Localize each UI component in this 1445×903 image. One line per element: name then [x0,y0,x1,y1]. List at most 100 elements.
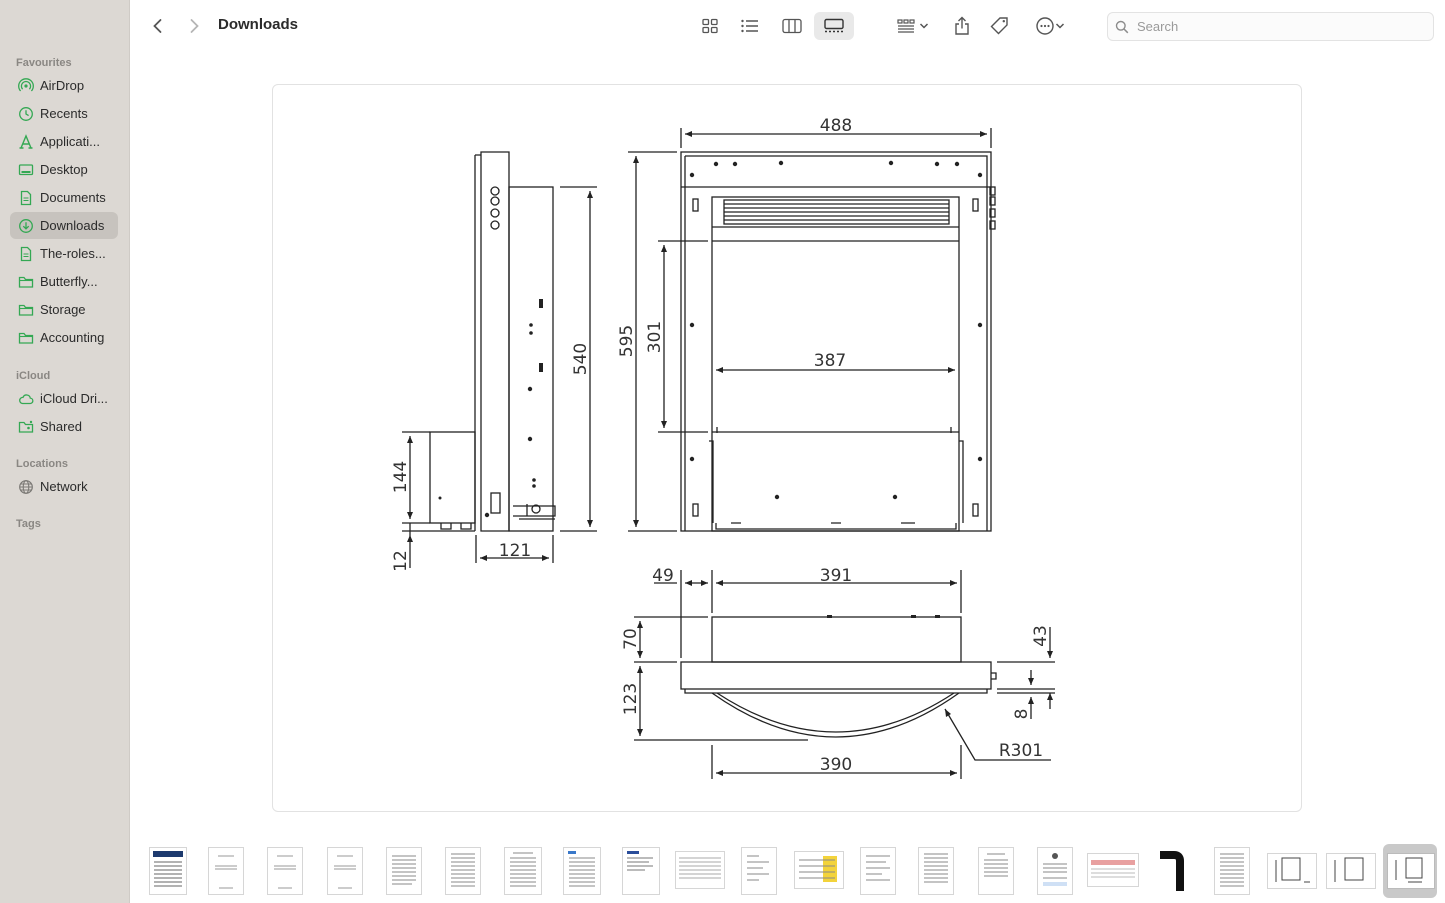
thumbnail[interactable] [1267,853,1317,889]
share-button[interactable] [948,12,976,40]
sidebar-item-the-roles[interactable]: The-roles... [10,240,118,267]
thumbnail[interactable] [445,847,481,895]
thumbnail[interactable] [1326,853,1376,889]
doc-preview-icon [568,851,595,887]
dim-label: 390 [820,755,852,775]
icon-view-button[interactable] [696,12,724,40]
thumbnail[interactable] [675,851,725,889]
more-actions-button[interactable] [1028,12,1072,40]
dim-label: 70 [621,628,641,650]
doc-preview-icon [924,853,948,883]
forward-button[interactable] [180,12,208,40]
doc-preview-icon [799,856,837,882]
airdrop-icon [18,77,34,94]
sidebar-item-label: Network [40,479,88,494]
applications-icon [18,133,34,150]
thumbnail[interactable] [149,847,187,895]
thumbnail[interactable] [563,847,601,895]
column-view-button[interactable] [778,12,806,40]
sidebar-item-label: Accounting [40,330,105,345]
gallery-preview[interactable]: 488 387 121 49 391 R301 390 540 144 12 5… [272,84,1302,812]
chevron-left-icon [153,19,162,33]
tag-button[interactable] [986,12,1014,40]
technical-drawing: 488 387 121 49 391 R301 390 540 144 12 5… [391,116,1055,779]
sidebar-item-airdrop[interactable]: AirDrop [10,72,118,99]
download-icon [18,218,34,234]
drawing-preview-icon [1275,857,1310,883]
doc-preview-icon [866,855,890,881]
dim-label: 488 [820,116,852,136]
dim-label: 595 [617,325,637,357]
search-input[interactable] [1135,18,1419,35]
sidebar-item-label: Recents [40,106,88,121]
doc-preview-icon [747,855,769,881]
group-button[interactable] [890,12,936,40]
sidebar-item-label: Butterfly... [40,274,98,289]
sidebar-item-label: Desktop [40,162,88,177]
sidebar-item-network[interactable]: Network [10,473,118,500]
doc-preview-icon [334,855,356,889]
list-icon [741,19,758,33]
thumbnail[interactable] [1037,847,1073,895]
section-tags[interactable]: Tags [16,518,41,530]
thumbnail[interactable] [1214,847,1250,895]
document-icon [18,246,34,262]
thumbnail[interactable] [918,847,954,895]
pipe-image-icon [1160,851,1184,891]
sidebar-item-icloud-drive[interactable]: iCloud Dri... [10,385,118,412]
sidebar-item-shared[interactable]: Shared [10,413,118,440]
sidebar-item-label: AirDrop [40,78,85,93]
gallery-icon [824,18,844,33]
thumbnail[interactable] [208,847,244,895]
dim-label: 540 [571,343,591,375]
doc-preview-icon [1043,853,1067,886]
gallery-view-button[interactable] [814,12,854,40]
folder-icon [18,330,34,346]
sidebar-item-documents[interactable]: Documents [10,184,118,211]
document-icon [18,190,34,206]
thumbnail[interactable] [860,847,896,895]
sidebar-item-label: Shared [40,419,82,434]
sidebar-item-label: Applicati... [40,134,100,149]
sidebar-item-desktop[interactable]: Desktop [10,156,118,183]
thumbnail[interactable] [386,847,422,895]
sidebar-item-storage[interactable]: Storage [10,296,118,323]
window-title: Downloads [218,16,299,33]
drawing-preview-icon [1395,857,1423,883]
sidebar-item-label: iCloud Dri... [40,391,108,406]
thumbnail[interactable] [741,847,777,895]
thumbnail[interactable] [794,851,844,889]
doc-preview-icon [1220,853,1244,887]
doc-preview-icon [510,852,536,887]
sidebar-item-label: Downloads [40,218,105,233]
shared-folder-icon [18,419,34,435]
doc-preview-icon [392,855,416,885]
thumbnail-strip[interactable] [130,843,1445,903]
sidebar-item-recents[interactable]: Recents [10,100,118,127]
thumbnail[interactable] [267,847,303,895]
columns-icon [782,18,802,34]
sidebar-item-accounting[interactable]: Accounting [10,324,118,351]
list-view-button[interactable] [736,12,764,40]
sidebar-item-applications[interactable]: Applicati... [10,128,118,155]
dim-label: 144 [391,461,411,493]
thumbnail[interactable] [978,847,1014,895]
search-icon [1115,20,1129,33]
dim-label: 43 [1031,625,1051,647]
doc-preview-icon [627,851,653,871]
sidebar: Favourites AirDrop Recents Applicati... … [0,0,130,903]
dim-label: 123 [621,683,641,715]
doc-preview-icon [1091,860,1135,878]
thumbnail[interactable] [327,847,363,895]
sidebar-item-downloads[interactable]: Downloads [10,212,118,239]
thumbnail[interactable] [1156,847,1190,893]
search-field[interactable] [1107,12,1434,41]
sidebar-item-butterfly[interactable]: Butterfly... [10,268,118,295]
thumbnail-selected[interactable] [1387,853,1435,889]
back-button[interactable] [144,12,172,40]
toolbar: Downloads [130,0,1445,52]
chevron-right-icon [190,19,199,33]
thumbnail[interactable] [1087,853,1139,887]
thumbnail[interactable] [622,847,660,895]
thumbnail[interactable] [504,847,542,895]
